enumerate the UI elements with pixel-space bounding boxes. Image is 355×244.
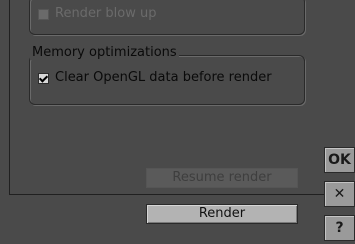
ok-button[interactable]: OK — [324, 147, 355, 173]
clear-opengl-checkbox[interactable] — [38, 73, 49, 84]
help-icon: ? — [335, 220, 344, 236]
render-blowup-checkbox[interactable] — [38, 9, 49, 20]
clear-opengl-label[interactable]: Clear OpenGL data before render — [55, 71, 272, 85]
close-button[interactable]: ✕ — [324, 181, 355, 207]
help-button[interactable]: ? — [324, 215, 355, 241]
memory-optimizations-title: Memory optimizations — [30, 45, 179, 60]
render-button[interactable]: Render — [146, 204, 298, 224]
render-blowup-label: Render blow up — [55, 6, 157, 21]
close-icon: ✕ — [333, 186, 346, 202]
resume-render-button[interactable]: Resume render — [146, 168, 298, 188]
